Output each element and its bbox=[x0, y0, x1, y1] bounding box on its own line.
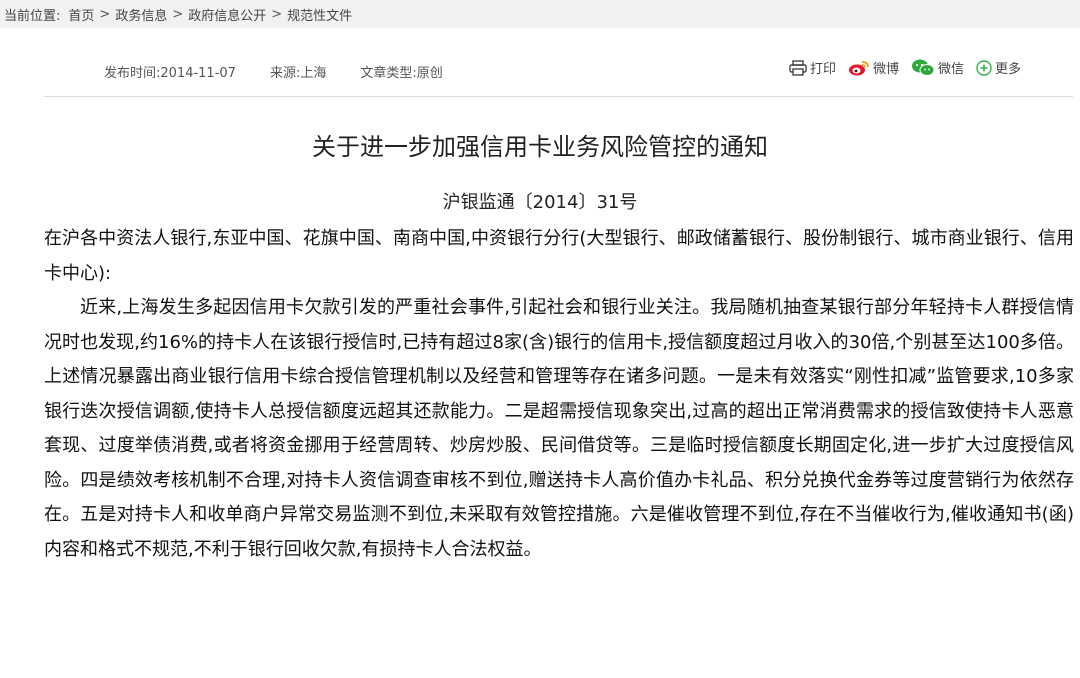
breadcrumb-separator: > bbox=[271, 6, 283, 22]
weibo-icon bbox=[848, 59, 870, 76]
article-title: 关于进一步加强信用卡业务风险管控的通知 bbox=[312, 133, 768, 161]
print-button[interactable]: 打印 bbox=[789, 58, 836, 77]
publish-time: 发布时间:2014-11-07 bbox=[104, 66, 236, 81]
breadcrumb-normative-docs[interactable]: 规范性文件 bbox=[287, 5, 352, 24]
print-label: 打印 bbox=[809, 62, 836, 77]
breadcrumb-home[interactable]: 首页 bbox=[68, 5, 94, 24]
breadcrumb-label: 当前位置: bbox=[4, 8, 61, 24]
weibo-label: 微博 bbox=[872, 62, 899, 77]
source: 来源:上海 bbox=[269, 66, 327, 81]
breadcrumb-gov-info[interactable]: 政务信息 bbox=[115, 5, 167, 24]
document-number: 沪银监通〔2014〕31号 bbox=[442, 192, 638, 213]
breadcrumb-separator: > bbox=[172, 6, 184, 22]
breadcrumb-separator: > bbox=[99, 6, 111, 22]
breadcrumb: 当前位置: 首页 > 政务信息 > 政府信息公开 > 规范性文件 bbox=[0, 0, 1080, 28]
wechat-icon bbox=[911, 59, 935, 76]
body-paragraph: 近来,上海发生多起因信用卡欠款引发的严重社会事件,引起社会和银行业关注。我局随机… bbox=[44, 297, 1074, 560]
more-label: 更多 bbox=[994, 62, 1021, 77]
wechat-label: 微信 bbox=[937, 62, 964, 77]
share-bar: 打印 微博 微信 更多 bbox=[789, 58, 1021, 77]
breadcrumb-info-disclosure[interactable]: 政府信息公开 bbox=[188, 5, 266, 24]
printer-icon bbox=[789, 59, 807, 76]
more-share-button[interactable]: 更多 bbox=[976, 58, 1021, 77]
article-body: 在沪各中资法人银行,东亚中国、花旗中国、南商中国,中资银行分行(大型银行、邮政储… bbox=[44, 222, 1074, 567]
addressee-paragraph: 在沪各中资法人银行,东亚中国、花旗中国、南商中国,中资银行分行(大型银行、邮政储… bbox=[44, 228, 1074, 284]
plus-circle-icon bbox=[976, 59, 992, 76]
wechat-share-button[interactable]: 微信 bbox=[911, 58, 964, 77]
weibo-share-button[interactable]: 微博 bbox=[848, 58, 899, 77]
meta-info: 发布时间:2014-11-07 来源:上海 文章类型:原创 bbox=[104, 62, 443, 81]
article-meta: 发布时间:2014-11-07 来源:上海 文章类型:原创 打印 微博 微信 更… bbox=[44, 28, 1073, 97]
article-type: 文章类型:原创 bbox=[360, 66, 443, 81]
